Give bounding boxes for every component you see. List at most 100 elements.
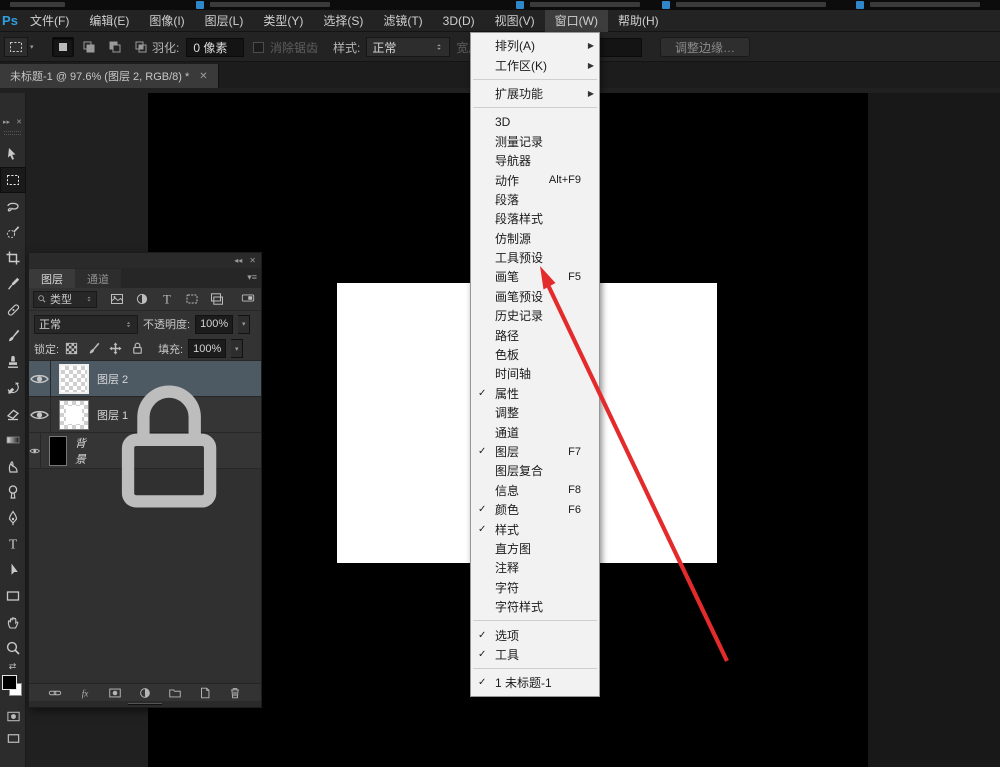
swap-colors-icon[interactable]: ⇄: [0, 661, 25, 673]
window-menu-item-33[interactable]: ✓工具: [471, 645, 599, 664]
screen-mode-button[interactable]: [0, 727, 26, 749]
menubar-item-2[interactable]: 编辑(E): [79, 10, 139, 32]
menubar-item-5[interactable]: 类型(Y): [253, 10, 313, 32]
tab-layers[interactable]: 图层: [29, 269, 75, 288]
window-menu-item-24[interactable]: 信息F8: [471, 481, 599, 500]
clone-stamp-tool[interactable]: [0, 349, 26, 375]
lock-all-icon[interactable]: [130, 341, 145, 356]
window-menu-item-30[interactable]: 字符样式: [471, 597, 599, 616]
window-menu-item-12[interactable]: 工具预设: [471, 248, 599, 267]
visibility-eye-icon[interactable]: [29, 397, 51, 433]
window-menu-item-21[interactable]: 通道: [471, 422, 599, 441]
window-menu-item-8[interactable]: 动作Alt+F9: [471, 170, 599, 189]
brush-tool[interactable]: [0, 323, 26, 349]
window-menu-item-35[interactable]: ✓1 未标题-1: [471, 673, 599, 692]
zoom-tool[interactable]: [0, 635, 26, 661]
quick-selection-tool[interactable]: [0, 219, 26, 245]
lasso-tool[interactable]: [0, 193, 26, 219]
window-menu-item-16[interactable]: 路径: [471, 325, 599, 344]
chevron-down-icon[interactable]: ▾: [30, 43, 34, 51]
tool-preset-button[interactable]: [4, 37, 28, 57]
menubar-item-11[interactable]: 帮助(H): [608, 10, 669, 32]
window-menu-item-19[interactable]: ✓属性: [471, 384, 599, 403]
tab-channels[interactable]: 通道: [75, 269, 121, 288]
trash-icon[interactable]: [228, 686, 242, 700]
antialias-checkbox[interactable]: [253, 42, 264, 53]
selection-mode-subtract-button[interactable]: [104, 37, 126, 57]
layer-filter-type-select[interactable]: 类型: [33, 291, 97, 308]
type-filter-icon[interactable]: T: [159, 291, 175, 307]
spot-healing-brush-tool[interactable]: [0, 297, 26, 323]
eyedropper-tool[interactable]: [0, 271, 26, 297]
menubar-item-3[interactable]: 图像(I): [139, 10, 194, 32]
fill-dropdown-icon[interactable]: ▾: [231, 339, 243, 358]
visibility-eye-icon[interactable]: [29, 361, 51, 397]
selection-mode-add-button[interactable]: [78, 37, 100, 57]
visibility-eye-icon[interactable]: [29, 433, 41, 469]
window-menu-item-7[interactable]: 导航器: [471, 151, 599, 170]
window-menu-item-25[interactable]: ✓颜色F6: [471, 500, 599, 519]
panel-collapse-icon[interactable]: ◂◂: [234, 256, 242, 265]
adjustment-filter-icon[interactable]: [134, 291, 150, 307]
layer-filter-switch[interactable]: [241, 291, 257, 307]
opacity-dropdown-icon[interactable]: ▾: [238, 315, 250, 334]
window-menu-item-23[interactable]: 图层复合: [471, 461, 599, 480]
style-select[interactable]: 正常: [366, 37, 450, 57]
menubar-item-8[interactable]: 3D(D): [433, 10, 485, 32]
smudge-tool[interactable]: [0, 453, 26, 479]
new-layer-icon[interactable]: [198, 686, 212, 700]
window-menu-item-5[interactable]: 3D: [471, 112, 599, 131]
rectangular-marquee-tool[interactable]: [0, 167, 26, 193]
dock-grip[interactable]: [4, 131, 21, 135]
menubar-item-7[interactable]: 滤镜(T): [373, 10, 432, 32]
window-menu-item-10[interactable]: 段落样式: [471, 209, 599, 228]
window-menu-item-17[interactable]: 色板: [471, 345, 599, 364]
lock-brush-icon[interactable]: [86, 341, 101, 356]
window-menu-item-3[interactable]: 扩展功能▶: [471, 84, 599, 103]
link-icon[interactable]: [48, 686, 62, 700]
shape-filter-icon[interactable]: [184, 291, 200, 307]
window-menu-item-13[interactable]: 画笔F5: [471, 267, 599, 286]
window-menu-item-28[interactable]: 注释: [471, 558, 599, 577]
fill-input[interactable]: 100%: [188, 339, 226, 358]
close-icon[interactable]: ✕: [199, 71, 207, 82]
layer-row[interactable]: 背景: [29, 433, 261, 469]
type-tool[interactable]: T: [0, 531, 26, 557]
feather-input[interactable]: 0 像素: [186, 38, 244, 57]
dock-close-icon[interactable]: ✕: [16, 118, 22, 126]
move-tool[interactable]: [0, 141, 26, 167]
window-menu-item-11[interactable]: 仿制源: [471, 229, 599, 248]
lock-transparent-icon[interactable]: [64, 341, 79, 356]
layer-thumbnail[interactable]: [59, 364, 89, 394]
window-menu-item-9[interactable]: 段落: [471, 190, 599, 209]
selection-mode-new-button[interactable]: [52, 37, 74, 57]
rectangle-shape-tool[interactable]: [0, 583, 26, 609]
eraser-tool[interactable]: [0, 401, 26, 427]
dodge-tool[interactable]: [0, 479, 26, 505]
window-menu-item-15[interactable]: 历史记录: [471, 306, 599, 325]
gradient-tool[interactable]: [0, 427, 26, 453]
layer-mask-icon[interactable]: [108, 686, 122, 700]
fx-icon[interactable]: fx: [78, 686, 92, 700]
window-menu-item-0[interactable]: 排列(A)▶: [471, 36, 599, 55]
quick-mask-button[interactable]: [0, 705, 26, 727]
pen-tool[interactable]: [0, 505, 26, 531]
window-menu-item-18[interactable]: 时间轴: [471, 364, 599, 383]
refine-edge-button[interactable]: 调整边缘…: [660, 37, 750, 57]
window-menu-item-32[interactable]: ✓选项: [471, 625, 599, 644]
window-menu-item-20[interactable]: 调整: [471, 403, 599, 422]
smart-object-filter-icon[interactable]: [209, 291, 225, 307]
menubar-item-6[interactable]: 选择(S): [313, 10, 373, 32]
opacity-input[interactable]: 100%: [195, 315, 233, 334]
adjustment-icon[interactable]: [138, 686, 152, 700]
layer-name[interactable]: 背景: [75, 435, 87, 467]
hand-tool[interactable]: [0, 609, 26, 635]
menubar-item-9[interactable]: 视图(V): [485, 10, 545, 32]
selection-mode-intersect-button[interactable]: [130, 37, 152, 57]
window-menu-item-1[interactable]: 工作区(K)▶: [471, 55, 599, 74]
document-tab[interactable]: 未标题-1 @ 97.6% (图层 2, RGB/8) * ✕: [0, 64, 219, 88]
path-selection-tool[interactable]: [0, 557, 26, 583]
history-brush-tool[interactable]: [0, 375, 26, 401]
group-folder-icon[interactable]: [168, 686, 182, 700]
dock-collapse-icon[interactable]: ▸▸: [3, 118, 10, 126]
